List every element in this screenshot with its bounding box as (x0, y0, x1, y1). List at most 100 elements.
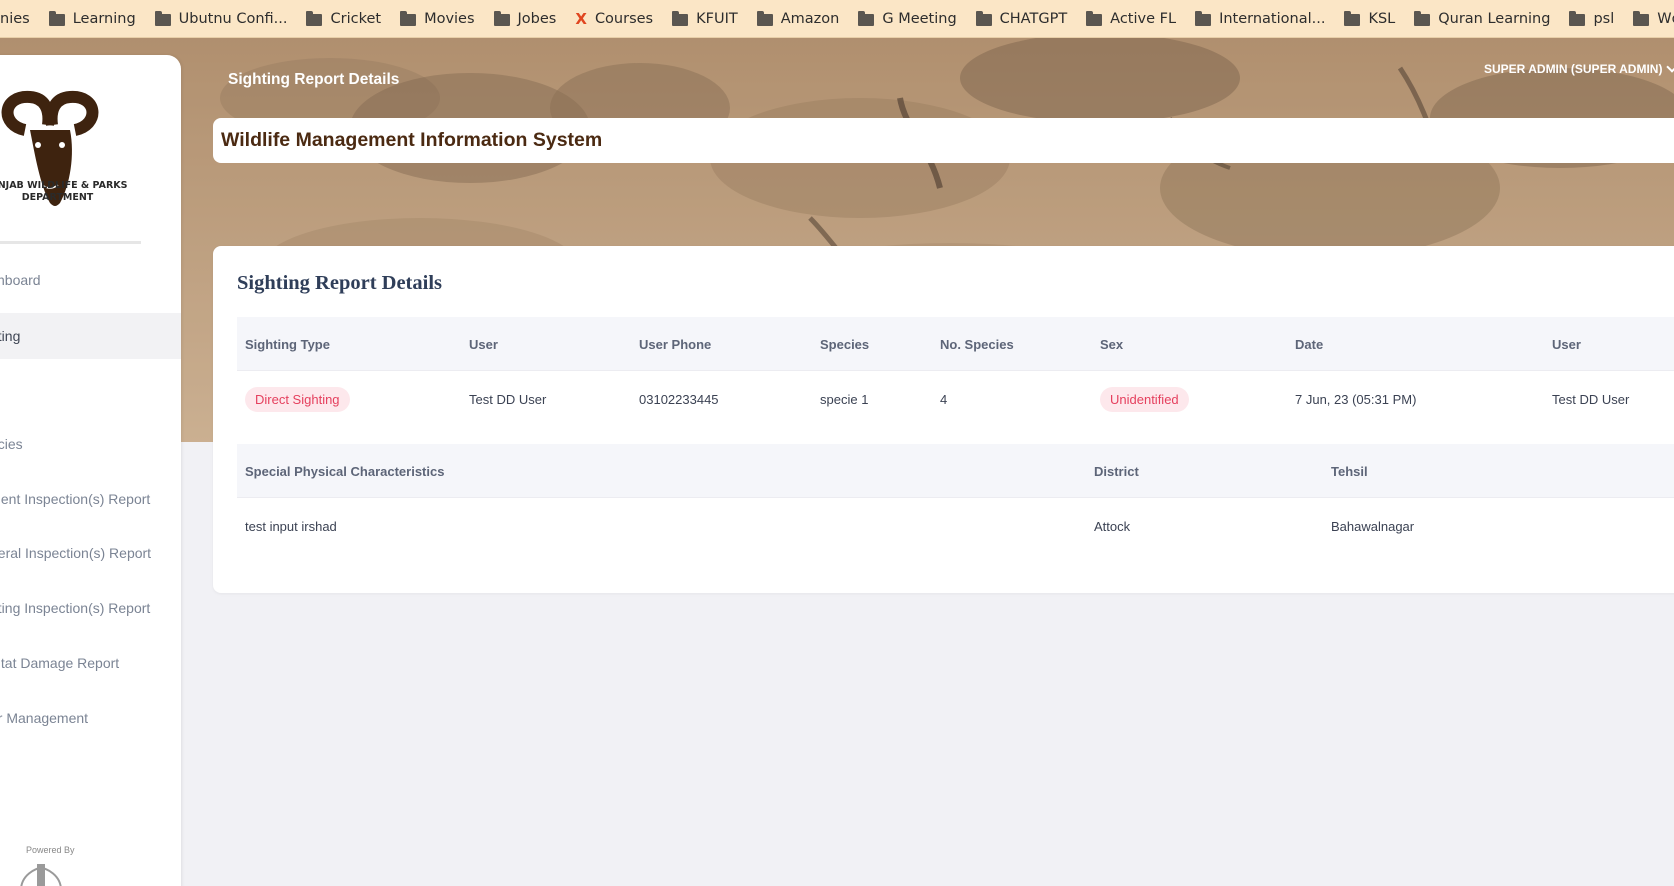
bookmark-item[interactable]: Jobes (493, 11, 557, 27)
sidebar-item-general-inspection[interactable]: neral Inspection(s) Report (0, 530, 181, 576)
bookmark-label: Ubutnu Confi... (178, 11, 288, 27)
chevron-down-icon (1666, 61, 1674, 73)
column-header: Date (1295, 336, 1324, 352)
bookmark-item[interactable]: nies (0, 11, 30, 27)
sidebar-item-dashboard[interactable]: shboard (0, 257, 181, 303)
folder-icon (400, 11, 417, 26)
bookmark-item[interactable]: Ubutnu Confi... (154, 11, 288, 27)
bookmark-label: Courses (594, 11, 654, 27)
sidebar-item-label: nting Inspection(s) Report (0, 600, 151, 616)
table-header: Sighting Type User User Phone Species No… (237, 317, 1674, 371)
bookmark-item[interactable]: International... (1195, 11, 1325, 27)
table-cell: 7 Jun, 23 (05:31 PM) (1295, 391, 1417, 407)
column-header: Sex (1100, 336, 1124, 352)
folder-icon (1086, 11, 1103, 26)
user-menu[interactable]: SUPER ADMIN (SUPER ADMIN) (1484, 61, 1674, 76)
folder-icon (1633, 11, 1650, 26)
sidebar-item-habitat-damage[interactable]: oitat Damage Report (0, 640, 181, 686)
sidebar-item-label: ecies (0, 436, 23, 452)
column-header: User Phone (639, 336, 712, 352)
bookmark-item[interactable]: psl (1569, 11, 1614, 27)
folder-icon (48, 11, 65, 26)
table-header: Special Physical Characteristics Distric… (237, 444, 1674, 498)
bookmark-item[interactable]: Cricket (306, 11, 381, 27)
sidebar-item-hunting[interactable]: nting (0, 313, 181, 359)
sidebar-divider (0, 241, 141, 244)
bookmarks-bar: nies Learning Ubutnu Confi... Cricket Mo… (0, 0, 1674, 38)
sidebar-item-user-management[interactable]: er Management (0, 695, 181, 741)
folder-icon (306, 11, 323, 26)
bookmark-label: KFUIT (696, 11, 738, 27)
logo-text: UNJAB WILDLIFE & PARKS DEPARTMENT (0, 180, 128, 204)
page-title: Sighting Report Details (228, 71, 400, 88)
sidebar-item-label: er Management (0, 710, 89, 726)
bookmark-label: Learning (72, 11, 136, 27)
folder-icon (1195, 11, 1212, 26)
sidebar-item-label: shboard (0, 272, 41, 288)
bookmark-item[interactable]: KSL (1344, 11, 1395, 27)
table-cell: test input irshad (245, 518, 337, 534)
logo-text-line: UNJAB WILDLIFE & PARKS (0, 180, 128, 191)
bookmark-label: G Meeting (882, 11, 957, 27)
column-header: District (1094, 463, 1139, 479)
bookmark-label: Cricket (330, 11, 382, 27)
folder-icon (1344, 11, 1361, 26)
bookmark-label: Active FL (1110, 11, 1177, 27)
sidebar-item-label: neral Inspection(s) Report (0, 545, 152, 561)
sidebar-item-hunting-inspection[interactable]: nting Inspection(s) Report (0, 585, 181, 631)
column-header: Tehsil (1331, 463, 1368, 479)
bookmark-item[interactable]: KFUIT (672, 11, 738, 27)
sidebar-item-label: nting (0, 328, 21, 344)
logo-text-line: DEPARTMENT (21, 192, 94, 203)
user-name: SUPER ADMIN (SUPER ADMIN) (1484, 62, 1663, 76)
sidebar-item-species[interactable]: ecies (0, 421, 181, 467)
bookmark-item[interactable]: Amazon (756, 11, 839, 27)
sex-badge: Unidentified (1100, 386, 1189, 412)
bookmark-label: Movies (424, 11, 475, 27)
folder-icon (975, 11, 992, 26)
table-row: test input irshad Attock Bahawalnagar (237, 499, 1674, 553)
table-cell: specie 1 (820, 391, 869, 407)
bookmark-item[interactable]: Active FL (1086, 11, 1176, 27)
bookmark-item[interactable]: CHATGPT (975, 11, 1068, 27)
folder-icon (858, 11, 875, 26)
bookmark-label: CHATGPT (999, 11, 1068, 27)
table-cell: Attock (1094, 518, 1131, 534)
sidebar-item-incident-inspection[interactable]: ident Inspection(s) Report (0, 476, 181, 522)
bookmark-label: Wdding Music (1657, 11, 1674, 27)
bookmark-item[interactable]: Movies (400, 11, 475, 27)
bookmark-label: psl (1593, 11, 1615, 27)
folder-icon (1414, 11, 1431, 26)
table-cell: Bahawalnagar (1331, 518, 1415, 534)
table-cell: Test DD User (1552, 391, 1630, 407)
sidebar: UNJAB WILDLIFE & PARKS DEPARTMENT shboar… (0, 55, 181, 886)
bookmark-item[interactable]: Wdding Music (1633, 11, 1674, 27)
column-header: User (469, 336, 498, 352)
bookmark-label: Jobes (517, 11, 557, 27)
bookmark-label: KSL (1368, 11, 1396, 27)
sidebar-item-label: oitat Damage Report (0, 655, 120, 671)
sighting-type-badge: Direct Sighting (245, 386, 350, 412)
table-row: Direct Sighting Test DD User 03102233445… (237, 372, 1674, 426)
bookmark-item[interactable]: G Meeting (858, 11, 957, 27)
powered-by-logo-icon (20, 864, 62, 886)
table-cell: Unidentified (1100, 372, 1189, 426)
column-header: Sighting Type (245, 336, 330, 352)
bookmark-label: nies (0, 11, 30, 27)
column-header: User (1552, 336, 1581, 352)
table-cell: Test DD User (469, 391, 547, 407)
folder-icon (672, 11, 689, 26)
bookmark-item[interactable]: Learning (48, 11, 136, 27)
bookmark-item[interactable]: X Courses (575, 10, 653, 28)
column-header: No. Species (940, 336, 1014, 352)
system-title: Wildlife Management Information System (221, 129, 603, 151)
folder-icon (154, 11, 171, 26)
card-title: Sighting Report Details (237, 272, 442, 294)
column-header: Special Physical Characteristics (245, 463, 445, 479)
sidebar-item-e[interactable]: e (0, 367, 181, 413)
details-card: Sighting Report Details Sighting Type Us… (213, 246, 1674, 593)
folder-icon (1569, 11, 1586, 26)
table-cell: Direct Sighting (245, 372, 350, 426)
bookmark-item[interactable]: Quran Learning (1414, 11, 1550, 27)
table-cell: 4 (940, 391, 948, 407)
